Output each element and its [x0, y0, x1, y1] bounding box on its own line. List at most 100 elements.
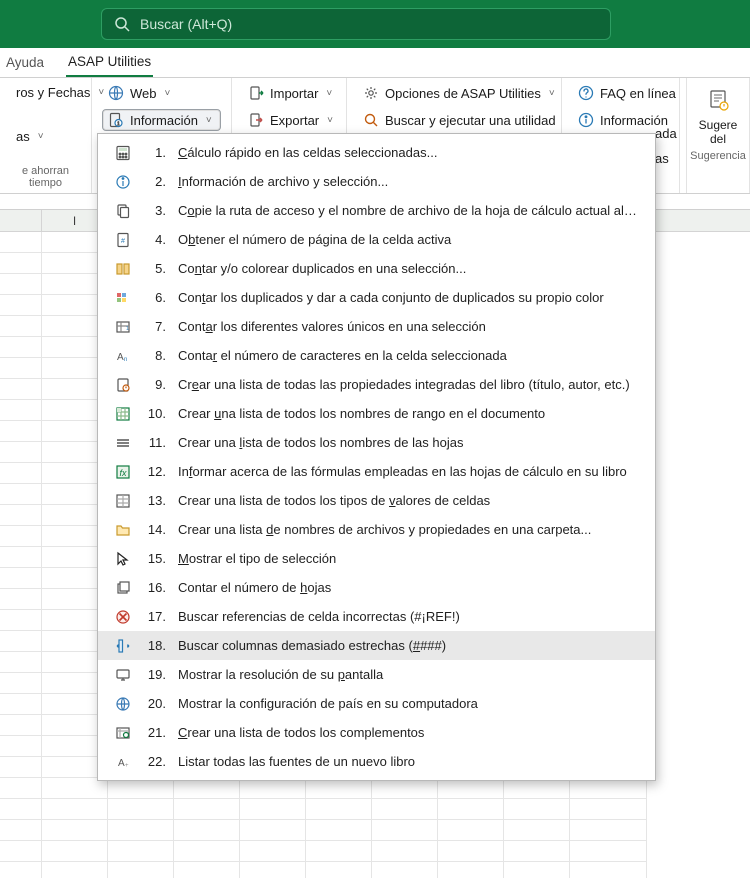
cut-text-as: as	[655, 151, 669, 166]
menu-item-19[interactable]: 19.Mostrar la resolución de su pantalla	[98, 660, 655, 689]
unique-icon: 1	[114, 318, 132, 336]
tab-asap-utilities[interactable]: ASAP Utilities	[66, 48, 153, 77]
menu-item-11[interactable]: 11. Crear una lista de todos los nombres …	[98, 428, 655, 457]
formulas2-icon: fx	[114, 463, 132, 481]
numbers-dates-button[interactable]: ros y Fechas˅	[10, 82, 81, 103]
menu-item-label: Crear una lista de todos los complemento…	[178, 725, 639, 740]
informacion-menu: 1.Cálculo rápido en las celdas seleccion…	[97, 133, 656, 781]
folder-icon	[114, 521, 132, 539]
cut-text-ada: ada	[655, 126, 677, 141]
narrow-icon	[114, 637, 132, 655]
svg-text:1: 1	[126, 326, 129, 332]
dup-count-icon	[114, 260, 132, 278]
menu-item-13[interactable]: 13.Crear una lista de todos los tipos de…	[98, 486, 655, 515]
menu-item-2[interactable]: 2.Información de archivo y selección...	[98, 167, 655, 196]
plug-icon	[114, 724, 132, 742]
menu-item-number: 14.	[144, 522, 166, 537]
web-button[interactable]: Web˅	[102, 82, 221, 104]
menu-item-number: 16.	[144, 580, 166, 595]
search-icon	[114, 16, 130, 32]
menu-item-number: 20.	[144, 696, 166, 711]
sheets-count-icon	[114, 579, 132, 597]
buscar-utilidad-button[interactable]: Buscar y ejecutar una utilidad	[357, 109, 551, 131]
opciones-button[interactable]: Opciones de ASAP Utilities˅	[357, 82, 551, 104]
globe-icon	[108, 85, 124, 101]
menu-item-14[interactable]: 14. Crear una lista de nombres de archivo…	[98, 515, 655, 544]
sugerencias-button[interactable]: Sugeredel	[687, 82, 749, 147]
font2-icon: A+	[114, 753, 132, 771]
menu-item-label: Obtener el número de página de la celda …	[178, 232, 639, 247]
info-doc-icon: i	[108, 112, 124, 128]
importar-button[interactable]: Importar˅	[242, 82, 336, 104]
row-header-corner[interactable]	[0, 210, 42, 231]
menu-item-number: 15.	[144, 551, 166, 566]
menu-item-label: Contar los diferentes valores únicos en …	[178, 319, 639, 334]
title-bar: Buscar (Alt+Q)	[0, 0, 750, 48]
menu-item-number: 6.	[144, 290, 166, 305]
copy-icon	[114, 202, 132, 220]
ref-err-icon	[114, 608, 132, 626]
menu-item-label: Mostrar la configuración de país en su c…	[178, 696, 639, 711]
menu-item-number: 22.	[144, 754, 166, 769]
types-icon	[114, 492, 132, 510]
menu-item-16[interactable]: 16.Contar el número de hojas	[98, 573, 655, 602]
menu-item-number: 4.	[144, 232, 166, 247]
sheets-list-icon	[114, 434, 132, 452]
menu-item-number: 21.	[144, 725, 166, 740]
menu-item-1[interactable]: 1.Cálculo rápido en las celdas seleccion…	[98, 138, 655, 167]
menu-item-number: 11.	[144, 435, 166, 450]
globe-icon	[114, 695, 132, 713]
menu-item-17[interactable]: 17.Buscar referencias de celda incorrect…	[98, 602, 655, 631]
menu-item-label: Crear una lista de nombres de archivos y…	[178, 522, 639, 537]
menu-item-6[interactable]: 6.Contar los duplicados y dar a cada con…	[98, 283, 655, 312]
exportar-button[interactable]: Exportar˅	[242, 109, 336, 131]
menu-item-3[interactable]: 3. Copie la ruta de acceso y el nombre de…	[98, 196, 655, 225]
menu-item-label: Informar acerca de las fórmulas empleada…	[178, 464, 639, 479]
char-count-icon: An	[114, 347, 132, 365]
cursor-icon	[114, 550, 132, 568]
menu-item-label: Crear una lista de todas las propiedades…	[178, 377, 639, 392]
menu-item-label: Cálculo rápido en las celdas seleccionad…	[178, 145, 639, 160]
menu-item-label: Crear una lista de todos los nombres de …	[178, 435, 639, 450]
menu-item-5[interactable]: 5.Contar y/o colorear duplicados en una …	[98, 254, 655, 283]
menu-item-22[interactable]: A+22.Listar todas las fuentes de un nuev…	[98, 747, 655, 776]
idea-icon	[704, 86, 732, 114]
menu-item-label: Contar el número de caracteres en la cel…	[178, 348, 639, 363]
info-icon	[114, 173, 132, 191]
svg-text:#: #	[121, 238, 125, 245]
more-button-1[interactable]: as˅	[10, 126, 81, 147]
calc-icon	[114, 144, 132, 162]
search-input[interactable]: Buscar (Alt+Q)	[101, 8, 611, 40]
menu-item-label: Información de archivo y selección...	[178, 174, 639, 189]
search-icon	[363, 112, 379, 128]
svg-text:A: A	[117, 352, 124, 363]
menu-item-7[interactable]: 1 7. Contar los diferentes valores únicos …	[98, 312, 655, 341]
menu-item-number: 3.	[144, 203, 166, 218]
info-icon	[578, 112, 594, 128]
menu-item-label: Buscar columnas demasiado estrechas (###…	[178, 638, 639, 653]
menu-item-12[interactable]: fx12.Informar acerca de las fórmulas emp…	[98, 457, 655, 486]
tab-help[interactable]: Ayuda	[4, 48, 46, 77]
menu-item-15[interactable]: 15.Mostrar el tipo de selección	[98, 544, 655, 573]
menu-item-number: 7.	[144, 319, 166, 334]
menu-item-number: 17.	[144, 609, 166, 624]
menu-item-label: Copie la ruta de acceso y el nombre de a…	[178, 203, 639, 218]
menu-item-21[interactable]: 21. Crear una lista de todos los compleme…	[98, 718, 655, 747]
menu-item-4[interactable]: #4. Obtener el número de página de la cel…	[98, 225, 655, 254]
tab-strip: Ayuda ASAP Utilities	[0, 48, 750, 78]
informacion-button[interactable]: i Información˅	[102, 109, 221, 131]
menu-item-10[interactable]: 10.Crear una lista de todos los nombres …	[98, 399, 655, 428]
page-num-icon: #	[114, 231, 132, 249]
gear-icon	[363, 85, 379, 101]
menu-item-label: Crear una lista de todos los nombres de …	[178, 406, 639, 421]
svg-text:n: n	[124, 357, 127, 363]
menu-item-8[interactable]: An8.Contar el número de caracteres en la…	[98, 341, 655, 370]
svg-text:A: A	[118, 758, 125, 769]
menu-item-9[interactable]: 9.Crear una lista de todas las propiedad…	[98, 370, 655, 399]
menu-item-number: 13.	[144, 493, 166, 508]
menu-item-20[interactable]: 20. Mostrar la configuración de país en s…	[98, 689, 655, 718]
question-icon	[578, 85, 594, 101]
faq-button[interactable]: FAQ en línea	[572, 82, 669, 104]
props-icon	[114, 376, 132, 394]
menu-item-18[interactable]: 18.Buscar columnas demasiado estrechas (…	[98, 631, 655, 660]
